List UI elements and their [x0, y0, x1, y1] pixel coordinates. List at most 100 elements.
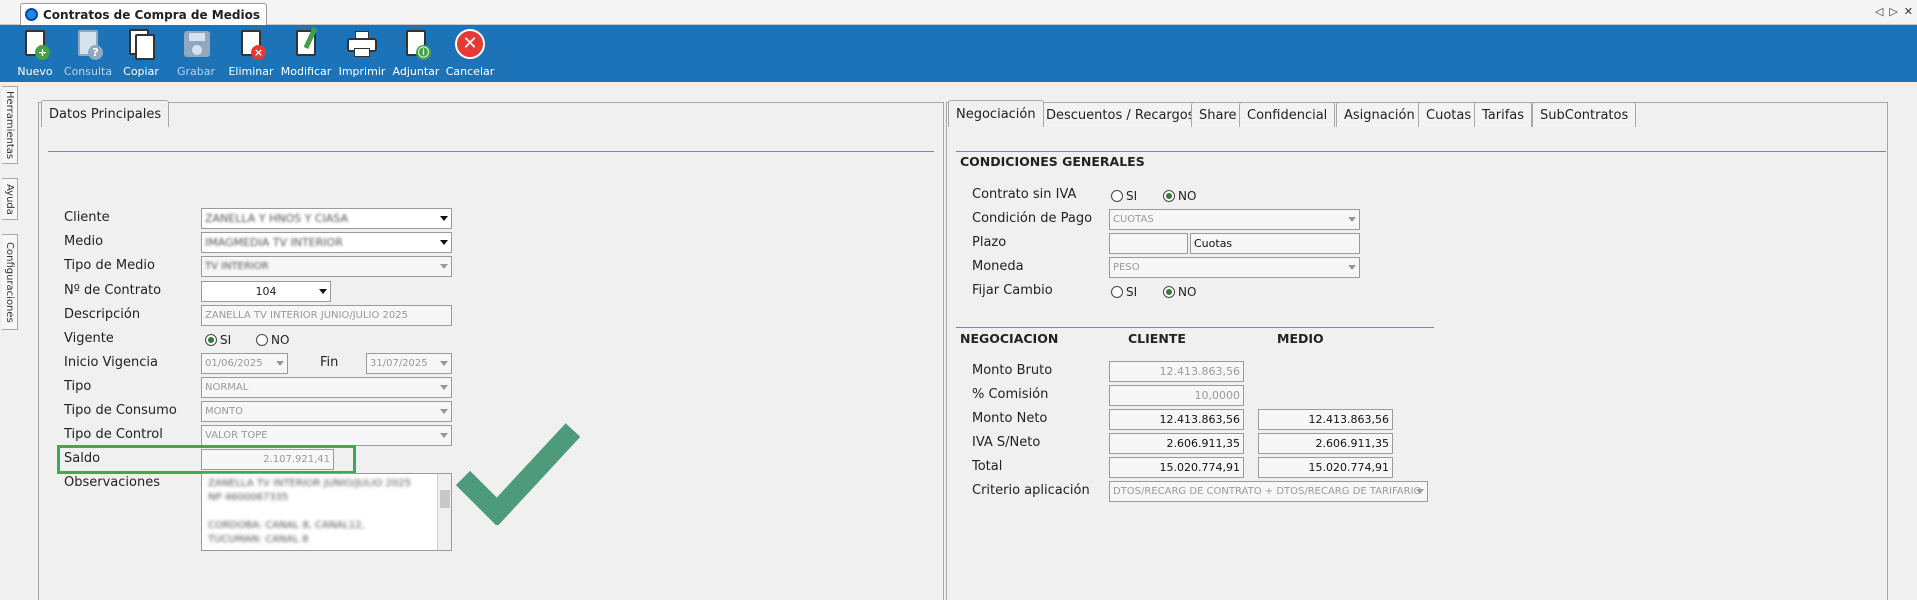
tipo-select[interactable]: NORMAL	[201, 377, 452, 398]
sin-iva-si-radio[interactable]: SI	[1111, 189, 1137, 203]
medio-label: Medio	[64, 234, 104, 249]
chevron-down-icon	[1416, 489, 1424, 494]
side-tabs: Herramientas Ayuda Configuraciones	[0, 82, 22, 600]
chevron-down-icon	[276, 361, 284, 366]
new-button[interactable]: + Nuevo	[7, 29, 63, 78]
col-cliente-header: CLIENTE	[1128, 331, 1186, 346]
tipo-medio-select[interactable]: TV INTERIOR	[201, 256, 452, 277]
save-icon	[180, 29, 212, 61]
chevron-down-icon	[440, 264, 448, 269]
cliente-total: 15.020.774,91	[1109, 457, 1244, 478]
medio-monto-neto: 12.413.863,56	[1258, 409, 1393, 430]
cliente-label: Cliente	[64, 210, 110, 225]
cliente-pct-comision: 10,0000	[1109, 385, 1244, 406]
chevron-down-icon	[440, 240, 448, 245]
save-button[interactable]: Grabar	[168, 29, 224, 78]
sidetab-ayuda[interactable]: Ayuda	[2, 178, 18, 220]
print-icon	[346, 29, 378, 61]
fijar-cambio-label: Fijar Cambio	[972, 283, 1053, 298]
new-icon: +	[35, 45, 50, 60]
toolbar: + Nuevo ? Consulta Copiar Grabar × Elimi…	[0, 25, 1917, 82]
fijar-cambio-no-radio[interactable]: NO	[1163, 285, 1196, 299]
medio-total: 15.020.774,91	[1258, 457, 1393, 478]
scroll-right-icon[interactable]: ▷	[1889, 5, 1897, 18]
tipo-consumo-select[interactable]: MONTO	[201, 401, 452, 422]
saldo-value: 2.107.921,41	[201, 449, 334, 470]
saldo-label: Saldo	[64, 451, 101, 466]
chevron-down-icon	[319, 289, 327, 294]
query-button[interactable]: ? Consulta	[60, 29, 116, 78]
negociacion-panel: Negociación Descuentos / Recargos Share …	[946, 100, 1888, 600]
num-contrato-label: Nº de Contrato	[64, 283, 162, 298]
checkmark-icon	[455, 423, 580, 525]
sin-iva-no-radio[interactable]: NO	[1163, 189, 1196, 203]
descripcion-input[interactable]: ZANELLA TV INTERIOR JUNIO/JULIO 2025	[201, 305, 452, 326]
medio-select[interactable]: IMAGMEDIA TV INTERIOR	[201, 232, 452, 253]
monto-bruto-label: Monto Bruto	[972, 363, 1053, 378]
tipo-control-label: Tipo de Control	[64, 427, 163, 442]
cliente-monto-neto: 12.413.863,56	[1109, 409, 1244, 430]
vigente-no-radio[interactable]: NO	[256, 333, 289, 347]
sidetab-herramientas[interactable]: Herramientas	[2, 86, 18, 164]
vigente-label: Vigente	[64, 331, 114, 346]
fin-vigencia-date[interactable]: 31/07/2025	[366, 353, 452, 374]
fijar-cambio-si-radio[interactable]: SI	[1111, 285, 1137, 299]
cancel-icon: ✕	[455, 29, 485, 59]
sidetab-configuraciones[interactable]: Configuraciones	[2, 234, 18, 330]
moneda-select[interactable]: PESO	[1109, 257, 1360, 278]
vigente-si-radio[interactable]: SI	[205, 333, 231, 347]
tab-share[interactable]: Share	[1191, 102, 1245, 127]
copy-button[interactable]: Copiar	[113, 29, 169, 78]
observaciones-textarea[interactable]: ZANELLA TV INTERIOR JUNIO/JULIO 2025 NP …	[201, 473, 452, 551]
tipo-consumo-label: Tipo de Consumo	[64, 403, 177, 418]
delete-icon: ×	[251, 45, 266, 60]
chevron-down-icon	[440, 361, 448, 366]
plazo-input[interactable]	[1109, 233, 1188, 254]
condicion-pago-label: Condición de Pago	[972, 211, 1093, 226]
delete-button[interactable]: × Eliminar	[223, 29, 279, 78]
tab-descuentos-recargos[interactable]: Descuentos / Recargos	[1038, 102, 1203, 127]
inicio-vigencia-date[interactable]: 01/06/2025	[201, 353, 288, 374]
chevron-down-icon	[440, 385, 448, 390]
tab-asignacion[interactable]: Asignación	[1336, 102, 1423, 127]
window-title: Contratos de Compra de Medios	[43, 7, 260, 22]
left-divider	[48, 151, 934, 152]
criterio-aplicacion-select[interactable]: DTOS/RECARG DE CONTRATO + DTOS/RECARG DE…	[1109, 481, 1428, 502]
inicio-vigencia-label: Inicio Vigencia	[64, 355, 158, 370]
chevron-down-icon	[440, 409, 448, 414]
total-label: Total	[972, 459, 1003, 474]
monto-neto-label: Monto Neto	[972, 411, 1048, 426]
cliente-iva-neto: 2.606.911,35	[1109, 433, 1244, 454]
condicion-pago-select[interactable]: CUOTAS	[1109, 209, 1360, 230]
num-contrato-select[interactable]: 104	[201, 281, 331, 302]
cliente-select[interactable]: ZANELLA Y HNOS Y CIASA	[201, 208, 452, 229]
scroll-left-icon[interactable]: ◁	[1875, 5, 1883, 18]
window-tab[interactable]: Contratos de Compra de Medios	[20, 3, 267, 25]
contrato-sin-iva-label: Contrato sin IVA	[972, 187, 1077, 202]
descripcion-label: Descripción	[64, 307, 141, 322]
window-controls: ◁ ▷ ✕	[1875, 5, 1913, 18]
chevron-down-icon	[1348, 265, 1356, 270]
tab-subcontratos[interactable]: SubContratos	[1532, 102, 1637, 127]
chevron-down-icon	[440, 216, 448, 221]
tab-negociacion[interactable]: Negociación	[948, 100, 1044, 127]
close-icon[interactable]: ✕	[1904, 5, 1913, 18]
attach-button[interactable]: ⓘ Adjuntar	[388, 29, 444, 78]
edit-button[interactable]: Modificar	[278, 26, 334, 78]
tipo-control-select[interactable]: VALOR TOPE	[201, 425, 452, 446]
tab-datos-principales[interactable]: Datos Principales	[41, 100, 170, 127]
tipo-medio-label: Tipo de Medio	[64, 258, 155, 273]
copy-icon	[125, 29, 157, 61]
col-medio-header: MEDIO	[1277, 331, 1324, 346]
observaciones-scrollbar[interactable]	[437, 474, 451, 550]
tab-tarifas[interactable]: Tarifas	[1474, 102, 1533, 127]
datos-principales-panel: Datos Principales	[38, 100, 944, 600]
negociacion-title: NEGOCIACION	[960, 331, 1059, 346]
tipo-label: Tipo	[64, 379, 92, 394]
iva-neto-label: IVA S/Neto	[972, 435, 1041, 450]
print-button[interactable]: Imprimir	[334, 29, 390, 78]
cancel-button[interactable]: ✕ Cancelar	[442, 29, 498, 78]
tab-cuotas[interactable]: Cuotas	[1418, 102, 1480, 127]
tab-confidencial[interactable]: Confidencial	[1239, 102, 1336, 127]
fin-label: Fin	[320, 355, 339, 370]
